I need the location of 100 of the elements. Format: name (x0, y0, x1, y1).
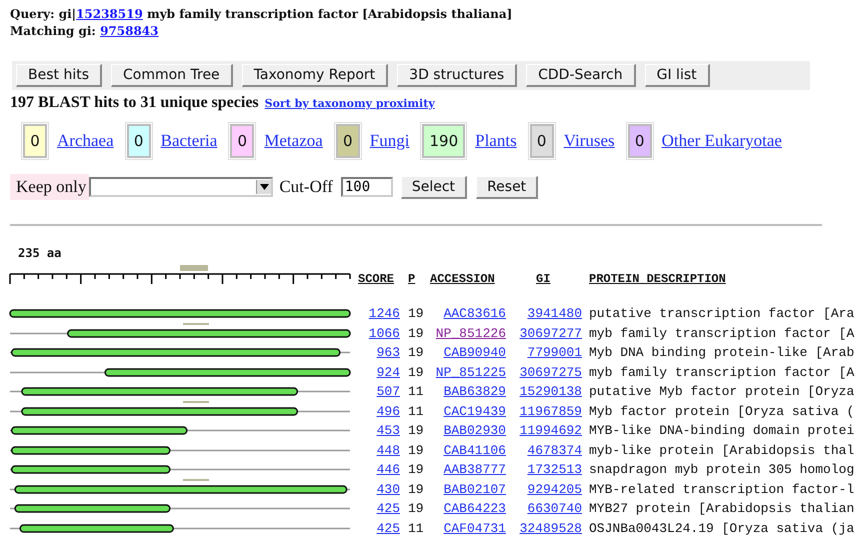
protein-description: MYB-like DNA-binding domain protei (588, 423, 856, 438)
gi-link[interactable]: 30697277 (506, 326, 582, 341)
gi-link[interactable]: 7799001 (506, 345, 582, 360)
score-link[interactable]: 924 (358, 364, 400, 380)
taxon-count: 0 (23, 124, 47, 158)
taxon-count: 0 (126, 124, 151, 158)
gi-link[interactable]: 32489528 (506, 520, 582, 536)
matching-label: Matching gi: (10, 24, 96, 38)
accession-link[interactable]: AAB38777 (430, 462, 506, 478)
score-link[interactable]: 453 (358, 423, 400, 438)
query-description: myb family transcription factor [Arabidopsis thaliana] (147, 7, 512, 21)
p-value: 19 (407, 345, 425, 360)
keep-only-label: Keep only (10, 174, 90, 200)
accession-link[interactable]: CAB90940 (430, 345, 506, 360)
matching-gi-link[interactable]: 9758843 (100, 24, 159, 38)
column-header: PROTEIN DESCRIPTION (588, 272, 727, 286)
gi-link[interactable]: 30697275 (506, 364, 582, 380)
p-value: 19 (407, 462, 425, 478)
score-link[interactable]: 448 (358, 442, 400, 458)
accession-link[interactable]: CAC19439 (430, 404, 506, 419)
p-value: 19 (407, 442, 425, 458)
hits-summary: 197 BLAST hits to 31 unique species (10, 94, 259, 111)
toolbar-button[interactable]: Taxonomy Report (242, 64, 388, 87)
accession-link[interactable]: BAB02930 (430, 423, 506, 438)
cutoff-field[interactable]: 100 (340, 177, 393, 197)
score-link[interactable]: 1066 (358, 326, 400, 341)
score-link[interactable]: 425 (358, 501, 400, 516)
protein-description: putative transcription factor [Ara (588, 306, 856, 322)
query-label: Query: gi| (10, 7, 76, 21)
protein-description: myb family transcription factor [A (588, 364, 856, 380)
accession-link[interactable]: BAB63829 (430, 384, 506, 400)
gi-link[interactable]: 9294205 (506, 482, 582, 497)
protein-description: Myb DNA binding protein-like [Arab (588, 345, 856, 360)
filter-button[interactable]: Select (400, 176, 468, 198)
protein-description: Myb factor protein [Oryza sativa ( (588, 404, 856, 419)
score-link[interactable]: 496 (358, 404, 400, 419)
taxon-count: 190 (422, 124, 466, 158)
sort-link[interactable]: Sort by taxonomy proximity (264, 97, 435, 110)
gi-link[interactable]: 15290138 (506, 384, 582, 400)
score-link[interactable]: 446 (358, 462, 400, 478)
taxon-link[interactable]: Fungi (370, 131, 410, 151)
gi-link[interactable]: 1732513 (506, 462, 582, 478)
separator-mark (183, 400, 209, 402)
p-value: 11 (407, 520, 425, 536)
gi-link[interactable]: 6630740 (506, 501, 582, 516)
toolbar-button[interactable]: 3D structures (397, 64, 518, 87)
gi-link[interactable]: 4678374 (506, 442, 582, 458)
score-link[interactable]: 425 (358, 520, 400, 536)
p-value: 19 (407, 306, 425, 322)
column-header: P (407, 272, 416, 286)
toolbar-button[interactable]: Best hits (16, 64, 102, 87)
column-header: ACCESSION (430, 272, 496, 286)
protein-description: MYB27 protein [Arabidopsis thalian (588, 501, 856, 516)
protein-description: MYB-related transcription factor-l (588, 482, 856, 497)
score-link[interactable]: 963 (358, 345, 400, 360)
accession-link[interactable]: AAC83616 (430, 306, 506, 322)
column-header: GI (535, 272, 552, 286)
p-value: 19 (407, 364, 425, 380)
accession-link[interactable]: NP_851226 (430, 326, 506, 341)
protein-description: myb family transcription factor [A (588, 326, 856, 341)
taxon-link[interactable]: Bacteria (160, 131, 218, 151)
toolbar-button[interactable]: CDD-Search (526, 64, 636, 87)
column-header: SCORE (358, 272, 396, 286)
p-value: 19 (407, 326, 425, 341)
sequence-length: 235 aa (17, 246, 62, 260)
gi-link[interactable]: 3941480 (506, 306, 582, 322)
p-value: 11 (407, 404, 425, 419)
separator-mark (183, 478, 209, 480)
gi-link[interactable]: 11967859 (506, 404, 582, 419)
taxon-count: 0 (530, 124, 554, 158)
score-link[interactable]: 507 (358, 384, 400, 400)
filter-button[interactable]: Reset (476, 176, 538, 198)
taxon-link[interactable]: Other Eukaryotae (662, 131, 782, 151)
query-gi-link[interactable]: 15238519 (76, 7, 143, 21)
taxon-count: 0 (230, 124, 254, 158)
taxon-link[interactable]: Metazoa (264, 131, 323, 151)
score-link[interactable]: 430 (358, 482, 400, 497)
accession-link[interactable]: NP_851225 (430, 364, 506, 380)
protein-description: OSJNBa0043L24.19 [Oryza sativa (ja (588, 520, 856, 536)
protein-description: snapdragon myb protein 305 homolog (588, 462, 856, 478)
taxon-count: 0 (336, 124, 360, 158)
accession-link[interactable]: BAB02107 (430, 482, 506, 497)
taxon-count: 0 (628, 124, 652, 158)
accession-link[interactable]: CAB64223 (430, 501, 506, 516)
taxon-link[interactable]: Archaea (57, 131, 114, 151)
gi-link[interactable]: 11994692 (506, 423, 582, 438)
toolbar-button[interactable]: Common Tree (111, 64, 233, 87)
protein-description: myb-like protein [Arabidopsis thal (588, 442, 856, 458)
toolbar-button[interactable]: GI list (644, 64, 710, 87)
p-value: 19 (407, 482, 425, 497)
taxon-dropdown[interactable] (89, 177, 274, 197)
cutoff-label: Cut-Off (279, 177, 333, 197)
accession-link[interactable]: CAB41106 (430, 442, 506, 458)
separator-mark (183, 322, 209, 324)
p-value: 19 (407, 501, 425, 516)
p-value: 19 (407, 423, 425, 438)
score-link[interactable]: 1246 (358, 306, 400, 322)
accession-link[interactable]: CAF04731 (430, 520, 506, 536)
taxon-link[interactable]: Plants (475, 131, 517, 151)
taxon-link[interactable]: Viruses (564, 131, 615, 151)
